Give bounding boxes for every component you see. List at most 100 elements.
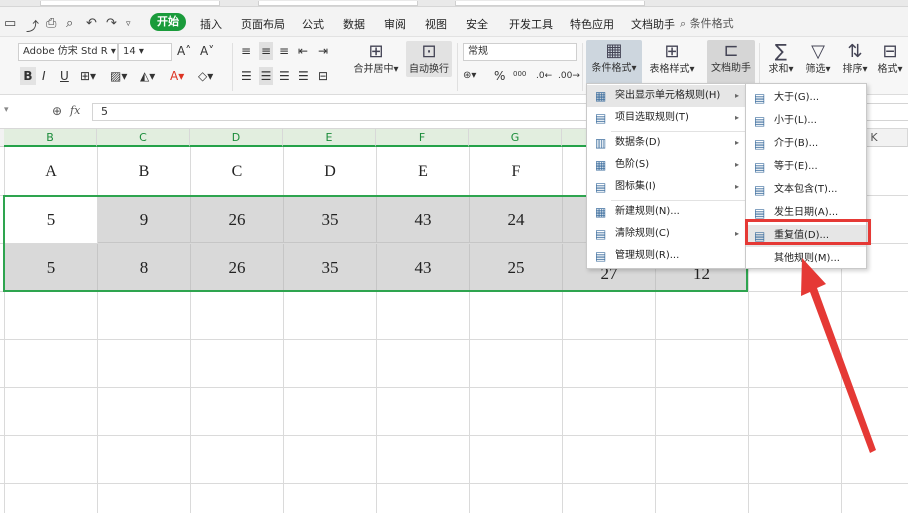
tab-page-layout[interactable]: 页面布局 <box>241 16 285 32</box>
cell-g3[interactable]: 25 <box>470 244 563 291</box>
column-header-e[interactable]: E <box>283 129 376 147</box>
merge-center-button[interactable]: ⊞ 合并居中▾ <box>350 41 402 77</box>
indent-increase-icon[interactable]: ⇥ <box>318 42 328 60</box>
undo-icon[interactable]: ↶ <box>86 16 97 31</box>
auto-wrap-button[interactable]: ⊡ 自动换行 <box>406 41 452 77</box>
tab-home[interactable]: 开始 <box>150 13 186 31</box>
tab-formulas[interactable]: 公式 <box>302 16 324 32</box>
print-icon[interactable]: ⎙ <box>46 16 56 31</box>
increase-font-icon[interactable]: A˄ <box>177 42 191 60</box>
menu-item-less-than[interactable]: ▤ 小于(L)... <box>746 110 866 132</box>
clear-format-icon[interactable]: ◇▾ <box>198 67 213 85</box>
italic-button[interactable]: I <box>42 67 46 85</box>
align-bottom-icon[interactable]: ≡ <box>279 42 289 60</box>
format-button[interactable]: ⊟ 格式▾ <box>874 41 906 77</box>
search-input[interactable]: 条件格式 <box>690 17 734 30</box>
quick-access-dropdown-icon[interactable]: ▿ <box>126 19 131 29</box>
cell-f3[interactable]: 43 <box>377 244 470 291</box>
name-box-dropdown-icon[interactable]: ▾ <box>4 105 9 115</box>
cell-b3[interactable]: 5 <box>5 244 98 291</box>
decrease-decimal-icon[interactable]: .00→ <box>558 67 580 85</box>
cell-d3[interactable]: 26 <box>191 244 284 291</box>
align-top-icon[interactable]: ≡ <box>241 42 251 60</box>
cell-e3[interactable]: 35 <box>284 244 377 291</box>
column-header-d[interactable]: D <box>190 129 283 147</box>
cell-c2[interactable]: 9 <box>98 196 191 243</box>
column-header-c[interactable]: C <box>97 129 190 147</box>
decrease-font-icon[interactable]: A˅ <box>200 42 214 60</box>
column-header-b[interactable]: B <box>4 129 97 147</box>
cell-g1[interactable]: F <box>470 148 562 195</box>
cell-c3[interactable]: 8 <box>98 244 191 291</box>
cell-d2[interactable]: 26 <box>191 196 284 243</box>
sort-button[interactable]: ⇅ 排序▾ <box>838 41 872 77</box>
cell-g2[interactable]: 24 <box>470 196 563 243</box>
tab-data[interactable]: 数据 <box>343 16 365 32</box>
tab-view[interactable]: 视图 <box>425 16 447 32</box>
export-icon[interactable]: ⤴ <box>26 16 39 35</box>
font-color-icon[interactable]: A▾ <box>170 67 184 85</box>
tab-review[interactable]: 审阅 <box>384 16 406 32</box>
menu-item-highlight-rules[interactable]: ▦ 突出显示单元格规则(H) ▸ <box>587 85 745 107</box>
menu-item-duplicate-values[interactable]: ▤ 重复值(D)... <box>746 225 866 247</box>
document-tab-active[interactable] <box>455 1 645 6</box>
tab-doc-assistant[interactable]: 文档助手 <box>631 16 675 32</box>
menu-item-greater-than[interactable]: ▤ 大于(G)... <box>746 87 866 109</box>
redo-icon[interactable]: ↷ <box>106 16 117 31</box>
save-icon[interactable]: ▭ <box>4 16 16 31</box>
menu-item-between[interactable]: ▤ 介于(B)... <box>746 133 866 155</box>
cell-b2[interactable]: 5 <box>5 196 97 243</box>
menu-item-clear-rules[interactable]: ▤ 清除规则(C) ▸ <box>587 223 745 245</box>
print-preview-icon[interactable]: ⌕ <box>66 16 73 31</box>
column-header-f[interactable]: F <box>376 129 469 147</box>
fill-color-icon[interactable]: ◭▾ <box>140 67 155 85</box>
increase-decimal-icon[interactable]: .0← <box>536 67 552 85</box>
tab-developer[interactable]: 开发工具 <box>509 16 553 32</box>
cell-f1[interactable]: E <box>377 148 469 195</box>
zoom-icon[interactable]: ⊕ <box>52 104 62 118</box>
cell-e1[interactable]: D <box>284 148 376 195</box>
font-size-select[interactable]: 14 ▾ <box>118 43 172 61</box>
distributed-icon[interactable]: ⊟ <box>318 67 328 85</box>
currency-icon[interactable]: ⊛▾ <box>463 67 476 85</box>
align-middle-icon[interactable]: ≡ <box>259 42 273 60</box>
cell-d1[interactable]: C <box>191 148 283 195</box>
align-left-icon[interactable]: ☰ <box>241 67 252 85</box>
tab-insert[interactable]: 插入 <box>200 16 222 32</box>
thousands-button[interactable]: 000 <box>513 65 526 83</box>
justify-icon[interactable]: ☰ <box>298 67 309 85</box>
fx-icon[interactable]: fx <box>70 104 80 117</box>
percent-button[interactable]: % <box>494 67 505 85</box>
document-tab[interactable] <box>258 1 418 6</box>
cell-c1[interactable]: B <box>98 148 190 195</box>
menu-item-text-contains[interactable]: ▤ 文本包含(T)... <box>746 179 866 201</box>
align-right-icon[interactable]: ☰ <box>279 67 290 85</box>
command-search[interactable]: ⌕ 条件格式 <box>680 15 734 31</box>
filter-button[interactable]: ▽ 筛选▾ <box>801 41 835 77</box>
sum-button[interactable]: ∑ 求和▾ <box>764 41 798 77</box>
table-style-button[interactable]: ⊞ 表格样式▾ <box>644 41 700 77</box>
menu-item-icon-sets[interactable]: ▤ 图标集(I) ▸ <box>587 176 745 198</box>
column-header-g[interactable]: G <box>469 129 562 147</box>
indent-decrease-icon[interactable]: ⇤ <box>298 42 308 60</box>
font-name-select[interactable]: Adobe 仿宋 Std R ▾ <box>18 43 118 61</box>
menu-item-data-bars[interactable]: ▥ 数据条(D) ▸ <box>587 132 745 154</box>
tab-features[interactable]: 特色应用 <box>570 16 614 32</box>
cell-b1[interactable]: A <box>5 148 97 195</box>
menu-item-date-occurring[interactable]: ▤ 发生日期(A)... <box>746 202 866 224</box>
menu-item-manage-rules[interactable]: ▤ 管理规则(R)... <box>587 245 745 267</box>
border-icon[interactable]: ⊞▾ <box>80 67 96 85</box>
bold-button[interactable]: B <box>20 67 36 85</box>
underline-button[interactable]: U <box>60 67 69 85</box>
menu-item-top-bottom-rules[interactable]: ▤ 项目选取规则(T) ▸ <box>587 107 745 129</box>
menu-item-equal-to[interactable]: ▤ 等于(E)... <box>746 156 866 178</box>
tab-security[interactable]: 安全 <box>466 16 488 32</box>
document-tab[interactable] <box>40 1 220 6</box>
number-format-select[interactable]: 常规 <box>463 43 577 61</box>
align-center-icon[interactable]: ☰ <box>259 67 273 85</box>
cell-f2[interactable]: 43 <box>377 196 470 243</box>
menu-item-color-scales[interactable]: ▦ 色阶(S) ▸ <box>587 154 745 176</box>
fill-icon[interactable]: ▨▾ <box>110 67 127 85</box>
cell-e2[interactable]: 35 <box>284 196 377 243</box>
menu-item-new-rule[interactable]: ▦ 新建规则(N)... <box>587 201 745 223</box>
